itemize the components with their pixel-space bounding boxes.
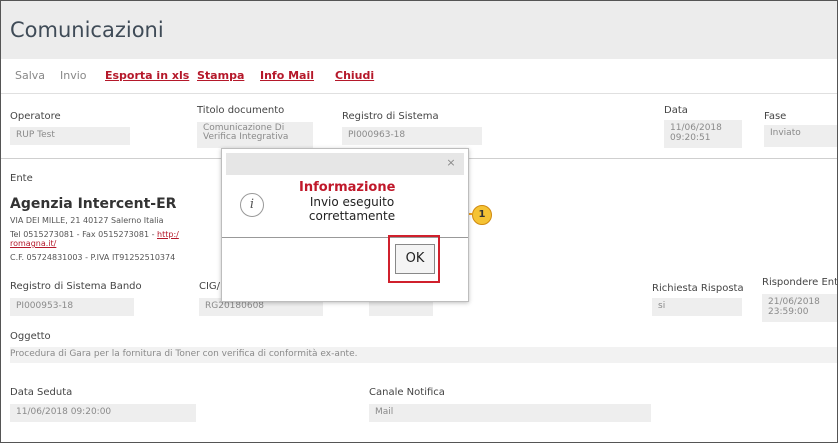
ente-cf-piva: C.F. 05724831003 - P.IVA IT91252510374 (10, 253, 176, 262)
rispondere-line-2: 23:59:00 (768, 307, 809, 317)
esporta-xls-link[interactable]: Esporta in xls (105, 69, 189, 82)
fase-field: Inviato (764, 125, 837, 147)
ente-website-link[interactable]: http:/ (157, 230, 179, 239)
registro-bando-label: Registro di Sistema Bando (10, 281, 142, 292)
dialog-title: Informazione (299, 180, 396, 195)
canale-notifica-field: Mail (369, 404, 651, 422)
dialog-message: Invio eseguito correttamente (292, 195, 412, 223)
info-mail-link[interactable]: Info Mail (260, 69, 314, 82)
cig-label: CIG/ (199, 281, 221, 292)
dialog-title-bar: × (226, 153, 464, 175)
toolbar: Salva Invio Esporta in xls Stampa Info M… (1, 59, 837, 94)
ente-label: Ente (10, 173, 33, 184)
operatore-field: RUP Test (10, 127, 130, 145)
oggetto-label: Oggetto (10, 331, 51, 342)
registro-sistema-field: PI000963-18 (342, 127, 482, 145)
ente-tel-fax: Tel 0515273081 - Fax 0515273081 - (10, 230, 158, 239)
dialog-message-line-1: Invio eseguito (309, 195, 395, 209)
invio-button[interactable]: Invio (60, 69, 87, 82)
data-line-1: 11/06/2018 (670, 123, 722, 133)
ente-address: VIA DEI MILLE, 21 40127 Salerno Italia (10, 216, 164, 225)
data-line-2: 09:20:51 (670, 133, 711, 143)
ente-contacts: Tel 0515273081 - Fax 0515273081 - http:/ (10, 230, 179, 239)
ente-name: Agenzia Intercent-ER (10, 196, 177, 212)
dialog-message-line-2: correttamente (308, 209, 396, 223)
richiesta-risposta-label: Richiesta Risposta (652, 283, 744, 294)
stampa-link[interactable]: Stampa (197, 69, 244, 82)
operatore-label: Operatore (10, 111, 61, 122)
registro-sistema-label: Registro di Sistema (342, 111, 439, 122)
ente-website-link-cont[interactable]: romagna.it/ (10, 239, 56, 248)
fase-label: Fase (764, 111, 787, 122)
oggetto-field: Procedura di Gara per la fornitura di To… (10, 347, 837, 363)
rispondere-entro-field: 21/06/2018 23:59:00 (762, 294, 837, 322)
rispondere-line-1: 21/06/2018 (768, 297, 820, 307)
chiudi-link[interactable]: Chiudi (335, 69, 374, 82)
close-icon[interactable]: × (444, 156, 458, 170)
info-icon: i (240, 193, 264, 217)
titolo-documento-field: Comunicazione Di Verifica Integrativa (197, 122, 313, 148)
canale-notifica-label: Canale Notifica (369, 387, 445, 398)
header-bar: Comunicazioni (1, 1, 837, 59)
data-field: 11/06/2018 09:20:51 (664, 120, 742, 148)
callout-badge: 1 (472, 205, 492, 225)
data-seduta-label: Data Seduta (10, 387, 73, 398)
registro-bando-field: PI000953-18 (10, 298, 134, 316)
titolo-documento-label: Titolo documento (197, 105, 285, 116)
data-label: Data (664, 105, 688, 116)
data-seduta-field: 11/06/2018 09:20:00 (10, 404, 196, 422)
ok-button[interactable]: OK (395, 244, 435, 274)
info-dialog: × i Informazione Invio eseguito corretta… (221, 148, 469, 302)
page-title: Comunicazioni (10, 18, 164, 42)
rispondere-entro-label: Rispondere Entro (762, 277, 838, 288)
window-frame: Comunicazioni Salva Invio Esporta in xls… (0, 0, 838, 443)
salva-button[interactable]: Salva (15, 69, 45, 82)
titolo-line-2: Verifica Integrativa (203, 132, 289, 142)
richiesta-risposta-field: si (652, 298, 742, 316)
